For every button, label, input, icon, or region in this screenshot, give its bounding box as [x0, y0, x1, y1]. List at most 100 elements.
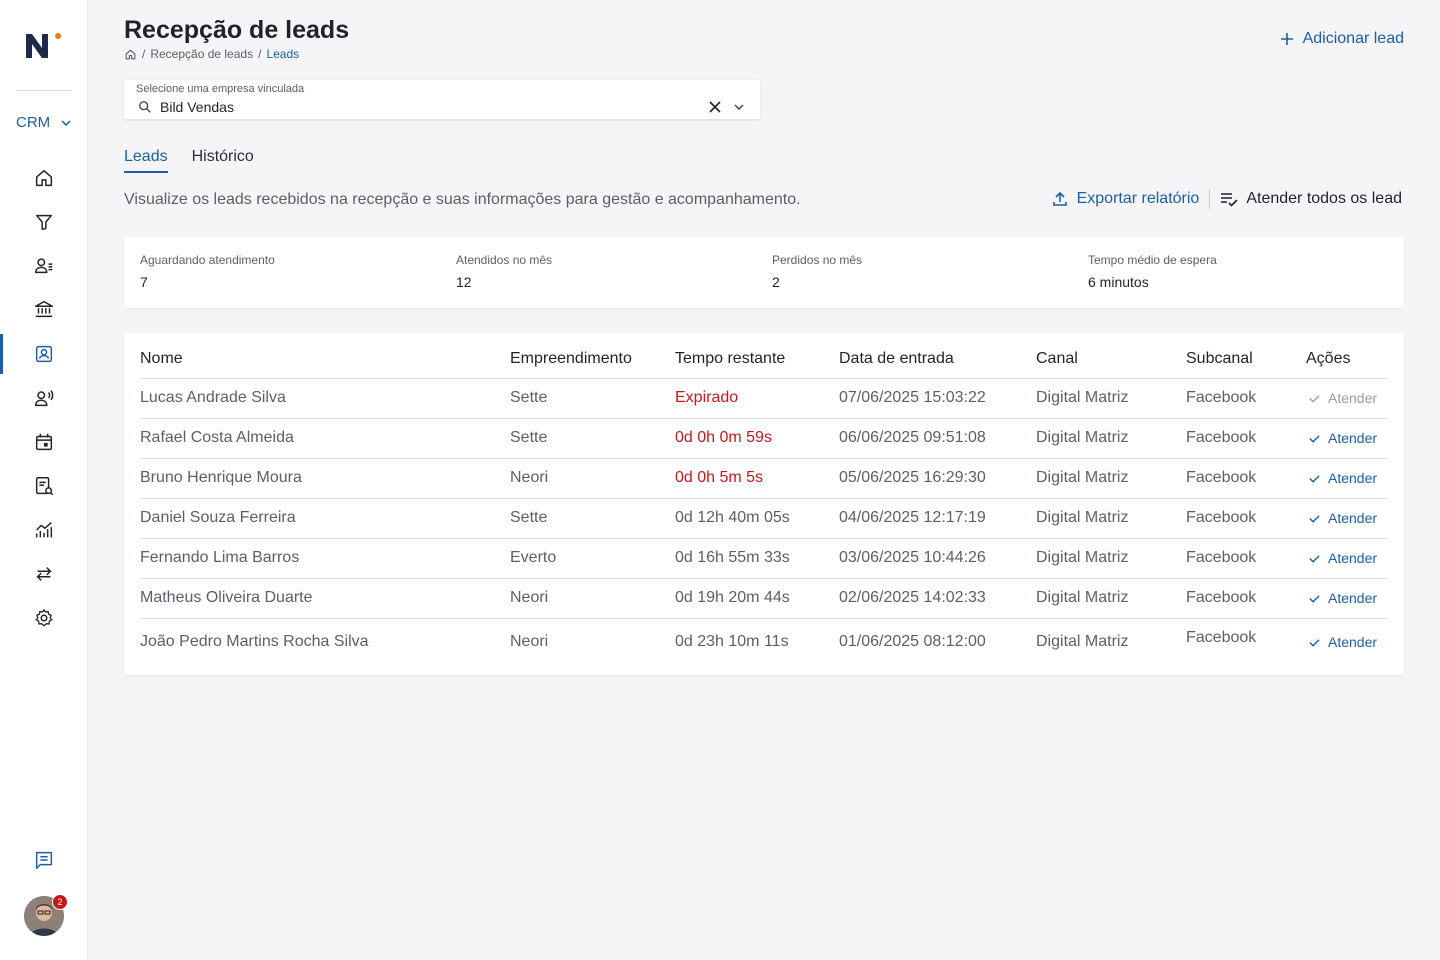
cell-entry-date: 05/06/2025 16:29:30 — [839, 469, 986, 486]
cell-remaining-time: Expirado — [675, 389, 739, 406]
company-select[interactable]: Selecione uma empresa vinculada Bild Ven… — [124, 80, 760, 119]
actions-divider — [1209, 189, 1211, 209]
nav-reports[interactable] — [0, 466, 88, 506]
nav-contacts[interactable] — [0, 246, 88, 286]
stat-avg-wait: Tempo médio de espera 6 minutos — [1088, 253, 1217, 290]
add-lead-button[interactable]: Adicionar lead — [1279, 30, 1404, 48]
stat-attended-month: Atendidos no mês 12 — [456, 253, 552, 290]
cell-channel: Digital Matriz — [1036, 509, 1129, 526]
company-select-value: Bild Vendas — [160, 99, 234, 115]
page-title: Recepção de leads — [124, 16, 350, 44]
cell-remaining-time: 0d 0h 5m 5s — [675, 469, 764, 486]
cell-entry-date: 04/06/2025 12:17:19 — [839, 509, 986, 526]
analytics-icon — [35, 522, 53, 538]
nav-voice-contact[interactable] — [0, 378, 88, 418]
calendar-icon — [35, 433, 53, 451]
cell-entry-date: 03/06/2025 10:44:26 — [839, 549, 986, 566]
attend-label: Atender — [1328, 390, 1378, 406]
attend-button[interactable]: Atender — [1308, 634, 1377, 650]
attend-all-button[interactable]: Atender todos os lead — [1220, 190, 1402, 208]
module-selector[interactable]: CRM — [16, 114, 72, 131]
nav-analytics[interactable] — [0, 510, 88, 550]
column-header-actions: Ações — [1306, 350, 1351, 367]
table-row: Lucas Andrade Silva Sette Expirado 07/06/20… — [140, 378, 1388, 418]
nav-bank[interactable] — [0, 289, 88, 329]
nav-calendar[interactable] — [0, 422, 88, 462]
nav-chat[interactable] — [0, 840, 88, 880]
cell-subchannel: Facebook — [1186, 469, 1257, 486]
transfer-icon — [36, 567, 52, 581]
check-icon — [1309, 434, 1320, 443]
settings-icon — [35, 609, 53, 627]
attend-label: Atender — [1328, 510, 1378, 526]
upload-icon — [1052, 191, 1067, 206]
cell-channel: Digital Matriz — [1036, 469, 1129, 486]
nav-settings[interactable] — [0, 598, 88, 638]
attend-label: Atender — [1328, 430, 1378, 446]
table-row: Rafael Costa Almeida Sette 0d 0h 0m 59s 06/… — [140, 418, 1388, 458]
cell-name: Bruno Henrique Moura — [140, 469, 302, 486]
check-icon — [1309, 394, 1320, 403]
leads-table: Nome Empreendimento Tempo restante Data … — [124, 333, 1404, 675]
attend-label: Atender — [1328, 590, 1378, 606]
cell-channel: Digital Matriz — [1036, 633, 1129, 650]
attend-button[interactable]: Atender — [1308, 430, 1377, 446]
column-header-remaining-time: Tempo restante — [675, 350, 786, 367]
nav-home[interactable] — [0, 158, 88, 198]
column-header-entry-date: Data de entrada — [839, 350, 954, 367]
cell-subchannel: Facebook — [1186, 589, 1257, 606]
cell-subchannel: Facebook — [1186, 509, 1257, 526]
cell-name: João Pedro Martins Rocha Silva — [140, 633, 369, 650]
cell-development: Neori — [510, 469, 549, 486]
table-row: João Pedro Martins Rocha Silva Neori 0d 23… — [140, 618, 1388, 666]
user-avatar[interactable]: 2 — [24, 894, 68, 936]
attend-button[interactable]: Atender — [1308, 550, 1377, 566]
notification-badge: 2 — [52, 894, 68, 910]
contacts-icon — [35, 258, 53, 274]
cell-remaining-time: 0d 0h 0m 59s — [675, 429, 772, 446]
cell-name: Daniel Souza Ferreira — [140, 509, 296, 526]
cell-remaining-time: 0d 12h 40m 05s — [675, 509, 790, 526]
lead-reception-icon — [35, 345, 53, 363]
breadcrumb-item-reception[interactable]: Recepção de leads — [150, 47, 253, 61]
nav-funnel[interactable] — [0, 202, 88, 242]
stat-value: 2 — [772, 274, 780, 290]
cell-channel: Digital Matriz — [1036, 429, 1129, 446]
brand-logo[interactable] — [24, 30, 64, 62]
nav-lead-reception[interactable] — [0, 334, 88, 374]
column-header-channel: Canal — [1036, 350, 1078, 367]
cell-development: Sette — [510, 389, 548, 406]
stat-label: Aguardando atendimento — [140, 253, 275, 267]
cell-development: Neori — [510, 633, 549, 650]
attend-button[interactable]: Atender — [1308, 590, 1377, 606]
module-label: CRM — [16, 114, 51, 131]
stat-label: Perdidos no mês — [772, 253, 863, 267]
close-icon[interactable] — [708, 100, 722, 114]
chevron-down-icon[interactable] — [733, 101, 745, 113]
attend-label: Atender — [1328, 550, 1378, 566]
home-icon — [35, 169, 53, 187]
list-check-icon — [1221, 193, 1238, 207]
tab-history[interactable]: Histórico — [192, 148, 254, 173]
check-icon — [1309, 514, 1320, 523]
tab-leads[interactable]: Leads — [124, 148, 168, 173]
stat-value: 12 — [456, 274, 472, 290]
attend-button[interactable]: Atender — [1308, 470, 1377, 486]
table-row: Daniel Souza Ferreira Sette 0d 12h 40m 05s… — [140, 498, 1388, 538]
cell-development: Neori — [510, 589, 549, 606]
nav-transfer[interactable] — [0, 554, 88, 594]
cell-channel: Digital Matriz — [1036, 389, 1129, 406]
breadcrumb: / Recepção de leads / Leads — [124, 47, 299, 61]
table-row: Bruno Henrique Moura Neori 0d 0h 5m 5s 05/0… — [140, 458, 1388, 498]
stat-lost-month: Perdidos no mês 2 — [772, 253, 862, 290]
attend-button[interactable]: Atender — [1308, 510, 1377, 526]
home-icon[interactable] — [124, 48, 137, 61]
add-lead-label: Adicionar lead — [1302, 30, 1404, 47]
column-header-subchannel: Subcanal — [1186, 350, 1253, 367]
breadcrumb-separator: / — [142, 47, 146, 61]
stat-label: Tempo médio de espera — [1088, 253, 1217, 267]
logo-divider — [16, 90, 72, 91]
export-report-button[interactable]: Exportar relatório — [1051, 190, 1199, 208]
cell-entry-date: 01/06/2025 08:12:00 — [839, 633, 986, 650]
column-header-name: Nome — [140, 350, 183, 367]
